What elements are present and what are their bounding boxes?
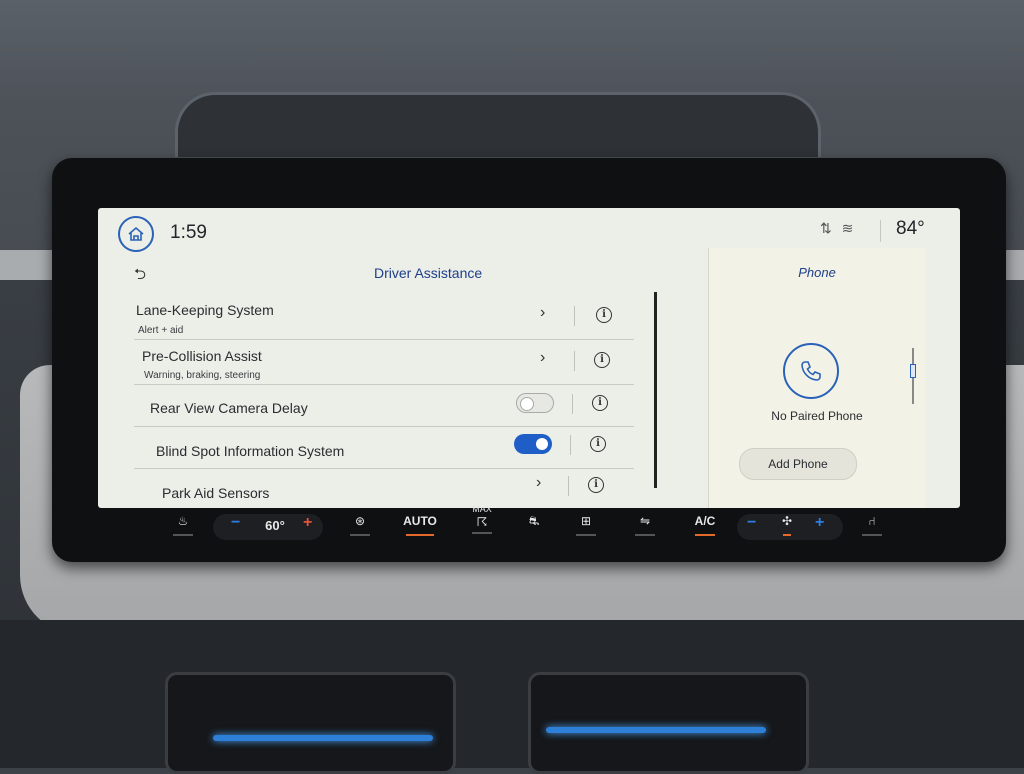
temp-down-button[interactable]: − [231,514,240,532]
driver-seat-heat-button[interactable]: ♨ [165,510,201,548]
setting-sublabel: Warning, braking, steering [144,370,261,381]
chevron-right-icon[interactable]: › [536,474,541,492]
wifi-icon: ≋ [841,220,854,236]
rear-defrost-button[interactable]: ⊞ [570,510,602,548]
home-icon [128,226,144,241]
setting-row-rear-camera-delay[interactable]: Rear View Camera Delay i [134,386,634,427]
driver-assist-icon: ⛐ [528,514,540,528]
signal-icon: ⇅ [820,220,832,236]
info-icon[interactable]: i [594,352,610,368]
setting-row-pre-collision[interactable]: Pre-Collision Assist Warning, braking, s… [134,341,634,385]
info-icon[interactable]: i [588,477,604,493]
phone-card: Phone No Paired Phone Add Phone [708,248,925,508]
setting-label: Lane-Keeping System [136,302,274,318]
add-phone-button[interactable]: Add Phone [739,448,857,480]
setting-row-lane-keeping[interactable]: Lane-Keeping System Alert + aid › i [134,296,634,340]
back-button[interactable]: ⮌ [134,264,146,289]
max-defrost-button[interactable]: MAX ☈ [465,504,499,542]
outside-temperature: 84° [896,218,925,239]
recirculation-button[interactable]: ⇋ [627,510,663,548]
climate-bar: ♨ − 60° + ⊛ AUTO MAX ☈ ⛐ ⊞ ⇋ A/C − ✣ + ⑁ [115,504,935,548]
infotainment-screen: 1:59 ⇅ ≋ 84° ⮌ Driver Assistance Lane-Ke… [98,208,960,508]
lower-console [0,620,1024,768]
chevron-right-icon[interactable]: › [540,349,545,367]
rear-camera-delay-toggle[interactable] [516,393,554,413]
info-icon[interactable]: i [596,307,612,323]
phone-status: No Paired Phone [771,409,863,423]
status-icons: ⇅ ≋ [820,220,853,237]
info-icon[interactable]: i [590,436,606,452]
temp-up-button[interactable]: + [303,514,312,532]
fan-up-button[interactable]: + [815,514,824,532]
phone-icon [801,361,821,381]
fan-down-button[interactable]: − [747,514,756,532]
side-slider[interactable] [910,348,916,404]
auto-climate-button[interactable]: AUTO [400,510,440,548]
scrollbar[interactable] [654,292,657,488]
recirculation-icon: ⇋ [639,514,651,528]
rear-defrost-icon: ⊞ [580,514,592,528]
back-arrow-icon: ⮌ [134,266,147,283]
temperature-value: 60° [265,518,285,533]
setting-row-park-aid[interactable]: Park Aid Sensors › i [134,470,634,508]
phone-title: Phone [798,265,836,280]
page-title: Driver Assistance [374,265,483,281]
max-defrost-icon: ☈ [476,515,488,529]
setting-label: Park Aid Sensors [162,485,270,501]
ac-button[interactable]: A/C [687,510,723,548]
driver-assist-button[interactable]: ⛐ [517,510,551,548]
air-vent-left [165,672,456,774]
setting-label: Blind Spot Information System [156,443,345,459]
steering-heat-button[interactable]: ⊛ [345,510,375,548]
home-button[interactable] [118,216,154,252]
seat-icon: ⑁ [868,514,876,528]
setting-label: Pre-Collision Assist [142,348,262,364]
setting-label: Rear View Camera Delay [150,400,308,416]
fan-icon: ✣ [781,514,793,528]
fan-speed: ✣ [775,510,799,548]
phone-button[interactable] [783,343,839,399]
dashboard-slot [175,92,821,157]
clock: 1:59 [170,222,207,243]
seat-heat-icon: ♨ [177,514,189,528]
passenger-seat-button[interactable]: ⑁ [857,510,887,548]
info-icon[interactable]: i [592,395,608,411]
setting-row-blind-spot[interactable]: Blind Spot Information System i [134,428,634,469]
setting-sublabel: Alert + aid [138,325,184,336]
steering-heat-icon: ⊛ [354,514,366,528]
dash-trim-left [0,250,60,280]
chevron-right-icon[interactable]: › [540,304,545,322]
status-separator [880,220,881,242]
air-vent-right [528,672,809,774]
blind-spot-toggle[interactable] [514,434,552,454]
